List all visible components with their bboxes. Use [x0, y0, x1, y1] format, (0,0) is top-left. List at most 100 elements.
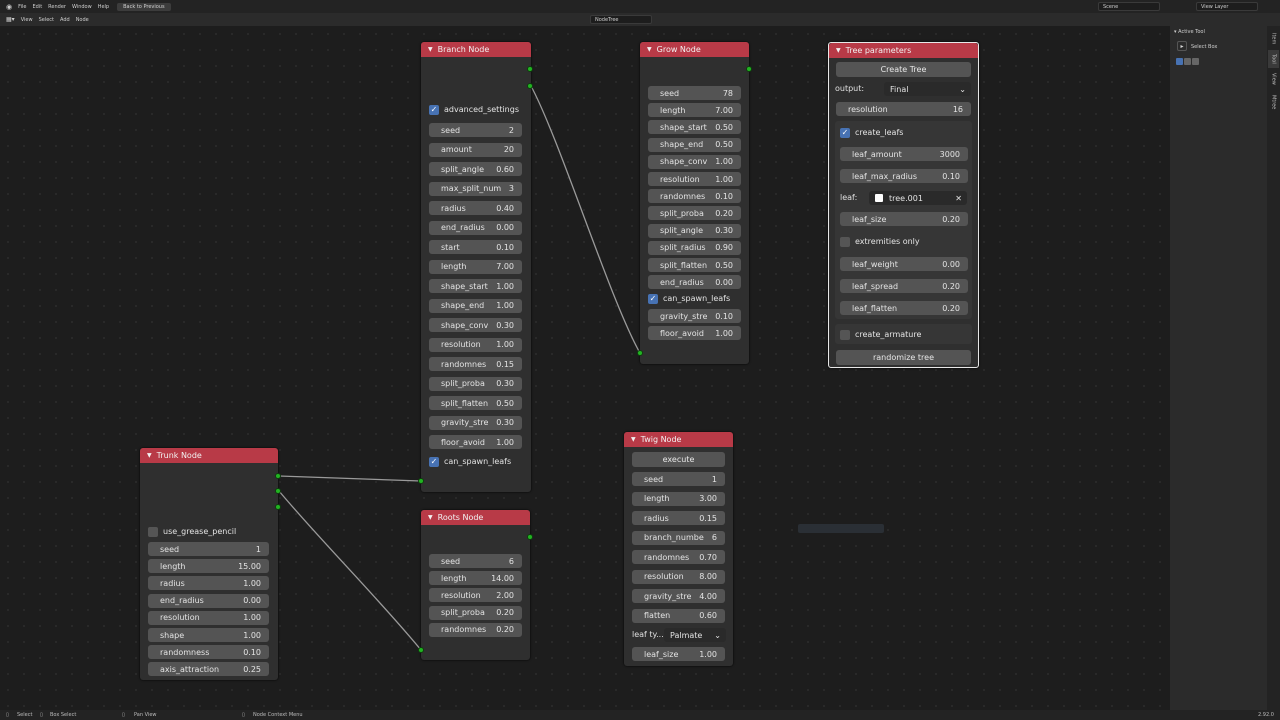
field-length[interactable]: length 15.00: [148, 559, 269, 574]
field-seed[interactable]: seed 78: [648, 86, 741, 100]
twig-leaf-size-field[interactable]: leaf_size 1.00: [632, 647, 725, 661]
field-resolution[interactable]: resolution 1.00: [429, 337, 522, 352]
collapse-triangle-icon[interactable]: ▼: [147, 452, 152, 459]
grow-node-header[interactable]: ▼ Grow Node: [640, 42, 749, 57]
mode-extend-icon[interactable]: [1184, 58, 1191, 65]
active-tool-header[interactable]: ▾ Active Tool: [1174, 29, 1205, 35]
twig-node[interactable]: ▼ Twig Node execute seed 1 length 3.00 radius…: [624, 432, 733, 666]
field-leaf-amount[interactable]: leaf_amount 3000: [840, 147, 968, 161]
grow-output-socket[interactable]: [746, 66, 752, 72]
field-resolution[interactable]: resolution 2.00: [429, 588, 522, 603]
leaf-object-selector[interactable]: tree.001 ✕: [869, 191, 967, 205]
field-split-proba[interactable]: split_proba 0.30: [429, 376, 522, 391]
grow-node[interactable]: ▼ Grow Node seed 78 length 7.00 shape_start 0.…: [640, 42, 749, 364]
field-max-split-num[interactable]: max_split_num 3: [429, 181, 522, 196]
collapse-triangle-icon[interactable]: ▼: [836, 47, 841, 54]
field-shape-conv[interactable]: shape_conv 1.00: [648, 154, 741, 169]
trunk-output-socket[interactable]: [275, 473, 281, 479]
field-gravity-stre[interactable]: gravity_stre 0.30: [429, 415, 522, 430]
field-branch-numbe[interactable]: branch_numbe 6: [632, 530, 725, 545]
branch-node[interactable]: ▼ Branch Node ✓ advanced_settings seed 2 amo…: [421, 42, 531, 492]
create-tree-button[interactable]: Create Tree: [836, 62, 971, 77]
mode-new-icon[interactable]: [1176, 58, 1183, 65]
mode-subtract-icon[interactable]: [1192, 58, 1199, 65]
field-radius[interactable]: radius 1.00: [148, 576, 269, 591]
field-length[interactable]: length 3.00: [632, 491, 725, 506]
field-split-angle[interactable]: split_angle 0.30: [648, 223, 741, 238]
create-leafs-checkbox[interactable]: ✓ create_leafs: [840, 126, 903, 139]
create-armature-checkbox[interactable]: create_armature: [840, 328, 921, 341]
branch-node-header[interactable]: ▼ Branch Node: [421, 42, 531, 57]
field-shape[interactable]: shape 1.00: [148, 628, 269, 642]
trunk-node[interactable]: ▼ Trunk Node use_grease_pencil seed 1 lengt…: [140, 448, 278, 680]
field-radius[interactable]: radius 0.40: [429, 201, 522, 215]
field-gravity-stre[interactable]: gravity_stre 0.10: [648, 309, 741, 323]
roots-input-socket[interactable]: [418, 647, 424, 653]
field-randomnes[interactable]: randomnes 0.70: [632, 550, 725, 564]
trunk-output-socket-2[interactable]: [275, 488, 281, 494]
tab-mtree[interactable]: Mtree: [1268, 92, 1279, 112]
grow-can-spawn-leafs-checkbox[interactable]: ✓ can_spawn_leafs: [648, 292, 730, 305]
close-icon[interactable]: ✕: [955, 194, 962, 203]
field-length[interactable]: length 7.00: [429, 259, 522, 274]
field-end-radius[interactable]: end_radius 0.00: [148, 593, 269, 608]
tree-parameters-header[interactable]: ▼ Tree parameters: [829, 43, 978, 58]
leaf-size-field[interactable]: leaf_size 0.20: [840, 212, 968, 226]
field-flatten[interactable]: flatten 0.60: [632, 608, 725, 623]
field-shape-end[interactable]: shape_end 0.50: [648, 137, 741, 152]
twig-node-header[interactable]: ▼ Twig Node: [624, 432, 733, 447]
grow-input-socket[interactable]: [637, 350, 643, 356]
branch-can-spawn-leafs-checkbox[interactable]: ✓ can_spawn_leafs: [429, 455, 511, 468]
tab-tool[interactable]: Tool: [1268, 50, 1279, 68]
field-randomness[interactable]: randomness 0.10: [148, 645, 269, 660]
field-floor-avoid[interactable]: floor_avoid 1.00: [429, 435, 522, 449]
branch-input-socket[interactable]: [418, 478, 424, 484]
randomize-tree-button[interactable]: randomize tree: [836, 350, 971, 365]
field-shape-end[interactable]: shape_end 1.00: [429, 298, 522, 313]
field-shape-conv[interactable]: shape_conv 0.30: [429, 318, 522, 332]
branch-output-socket-2[interactable]: [527, 83, 533, 89]
collapse-triangle-icon[interactable]: ▼: [647, 46, 652, 53]
field-split-proba[interactable]: split_proba 0.20: [648, 206, 741, 221]
field-split-radius[interactable]: split_radius 0.90: [648, 240, 741, 255]
field-end-radius[interactable]: end_radius 0.00: [648, 275, 741, 290]
field-randomnes[interactable]: randomnes 0.15: [429, 357, 522, 371]
field-length[interactable]: length 14.00: [429, 571, 522, 586]
tab-view[interactable]: View: [1268, 70, 1279, 88]
field-split-flatten[interactable]: split_flatten 0.50: [648, 258, 741, 272]
field-split-angle[interactable]: split_angle 0.60: [429, 162, 522, 176]
field-randomnes[interactable]: randomnes 0.20: [429, 622, 522, 637]
resolution-field[interactable]: resolution 16: [836, 102, 971, 116]
extremities-only-checkbox[interactable]: extremities only: [840, 235, 920, 248]
field-radius[interactable]: radius 0.15: [632, 511, 725, 525]
field-leaf-flatten[interactable]: leaf_flatten 0.20: [840, 301, 968, 315]
leaf-type-dropdown[interactable]: Palmate ⌄: [664, 628, 726, 642]
execute-button[interactable]: execute: [632, 452, 725, 467]
field-length[interactable]: length 7.00: [648, 103, 741, 118]
collapse-triangle-icon[interactable]: ▼: [631, 436, 636, 443]
field-resolution[interactable]: resolution 1.00: [648, 172, 741, 186]
field-leaf-spread[interactable]: leaf_spread 0.20: [840, 279, 968, 293]
field-end-radius[interactable]: end_radius 0.00: [429, 220, 522, 235]
collapse-triangle-icon[interactable]: ▼: [428, 514, 433, 521]
field-resolution[interactable]: resolution 1.00: [148, 610, 269, 625]
tree-parameters-node[interactable]: ▼ Tree parameters Create Tree output: Fin…: [828, 42, 979, 368]
field-shape-start[interactable]: shape_start 0.50: [648, 120, 741, 135]
field-gravity-stre[interactable]: gravity_stre 4.00: [632, 589, 725, 603]
field-axis-attraction[interactable]: axis_attraction 0.25: [148, 662, 269, 677]
collapse-triangle-icon[interactable]: ▼: [428, 46, 433, 53]
field-leaf-weight[interactable]: leaf_weight 0.00: [840, 257, 968, 271]
field-floor-avoid[interactable]: floor_avoid 1.00: [648, 326, 741, 341]
select-box-tool-icon[interactable]: ▸: [1177, 41, 1187, 51]
roots-node-header[interactable]: ▼ Roots Node: [421, 510, 530, 525]
field-resolution[interactable]: resolution 8.00: [632, 569, 725, 584]
field-amount[interactable]: amount 20: [429, 142, 522, 157]
field-leaf-max-radius[interactable]: leaf_max_radius 0.10: [840, 169, 968, 183]
output-dropdown[interactable]: Final ⌄: [884, 82, 971, 96]
field-start[interactable]: start 0.10: [429, 240, 522, 254]
field-seed[interactable]: seed 6: [429, 554, 522, 568]
branch-output-socket[interactable]: [527, 66, 533, 72]
view-layer-selector[interactable]: View Layer: [1196, 2, 1258, 11]
trunk-node-header[interactable]: ▼ Trunk Node: [140, 448, 278, 463]
field-seed[interactable]: seed 1: [148, 542, 269, 556]
